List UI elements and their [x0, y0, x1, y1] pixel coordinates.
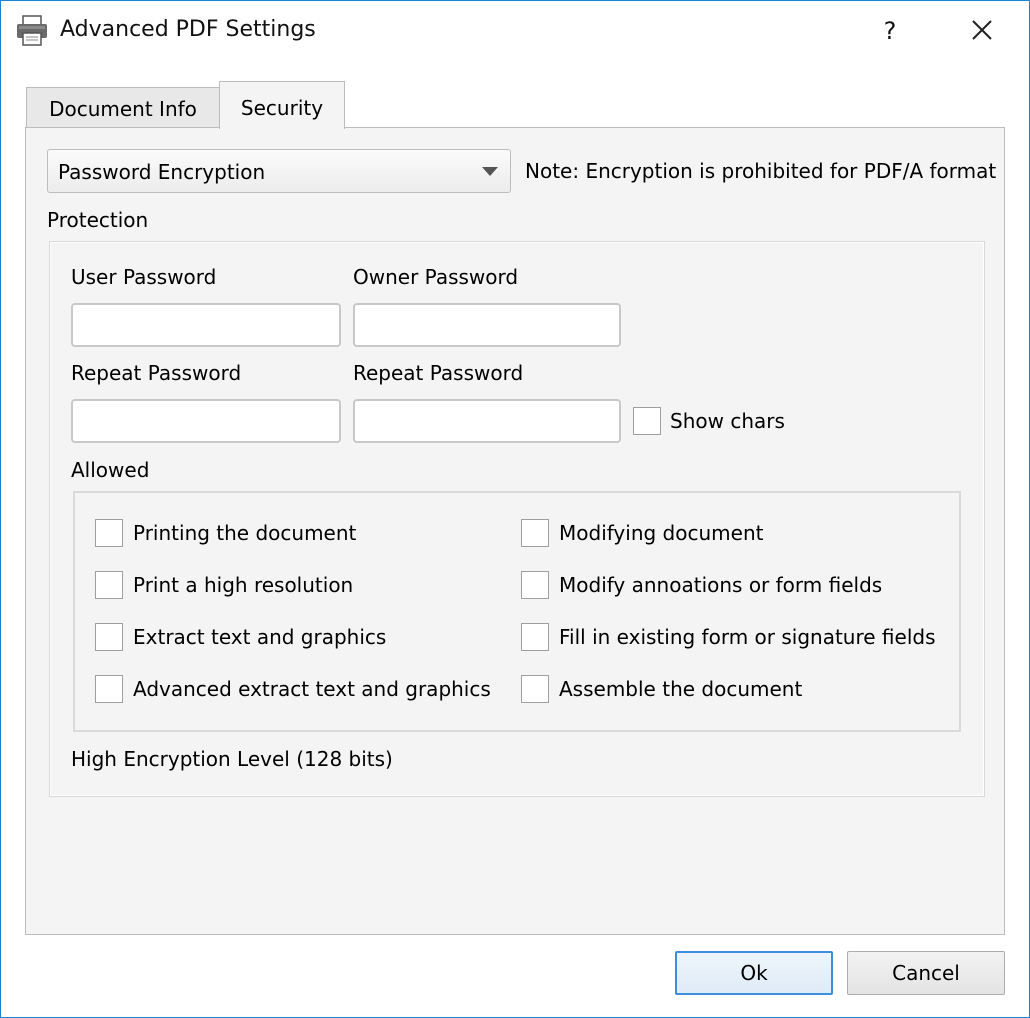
permission-label: Extract text and graphics — [133, 625, 387, 649]
permission-checkbox-extract[interactable] — [95, 623, 123, 651]
allowed-label: Allowed — [71, 458, 150, 482]
owner-repeat-password-field[interactable] — [353, 399, 621, 443]
permission-label: Fill in existing form or signature field… — [559, 625, 936, 649]
user-repeat-password-label: Repeat Password — [71, 361, 242, 385]
pdfa-note: Note: Encryption is prohibited for PDF/A… — [525, 159, 997, 183]
window-title: Advanced PDF Settings — [60, 17, 316, 42]
permission-checkbox-high-res-print[interactable] — [95, 571, 123, 599]
tab-security[interactable]: Security — [219, 81, 345, 129]
user-repeat-password-field[interactable] — [71, 399, 341, 443]
owner-password-label: Owner Password — [353, 265, 519, 289]
owner-repeat-password-label: Repeat Password — [353, 361, 524, 385]
ok-button[interactable]: Ok — [675, 951, 833, 995]
owner-password-field[interactable] — [353, 303, 621, 347]
encryption-type-select[interactable]: Password Encryption — [47, 149, 511, 193]
show-chars-label: Show chars — [670, 409, 785, 433]
close-icon — [972, 20, 992, 40]
protection-label: Protection — [47, 208, 149, 232]
close-button[interactable] — [959, 11, 1005, 51]
permission-label: Modifying document — [559, 521, 764, 545]
permission-checkbox-annotations[interactable] — [521, 571, 549, 599]
show-chars-checkbox[interactable] — [633, 407, 661, 435]
permission-checkbox-modifying[interactable] — [521, 519, 549, 547]
permission-label: Advanced extract text and graphics — [133, 677, 491, 701]
help-button[interactable]: ? — [867, 11, 913, 51]
advanced-pdf-settings-dialog: Advanced PDF Settings ? Document Info Se… — [0, 0, 1030, 1018]
title-bar[interactable]: Advanced PDF Settings ? — [1, 1, 1029, 59]
permission-label: Print a high resolution — [133, 573, 354, 597]
permission-label: Modify annoations or form fields — [559, 573, 883, 597]
printer-icon — [15, 15, 49, 47]
permission-checkbox-assemble[interactable] — [521, 675, 549, 703]
permission-checkbox-printing[interactable] — [95, 519, 123, 547]
tab-document-info[interactable]: Document Info — [26, 87, 220, 128]
cancel-button[interactable]: Cancel — [847, 951, 1005, 995]
encryption-level-text: High Encryption Level (128 bits) — [71, 747, 393, 771]
user-password-label: User Password — [71, 265, 217, 289]
permission-label: Printing the document — [133, 521, 357, 545]
chevron-down-icon — [482, 167, 498, 176]
permission-checkbox-fill-forms[interactable] — [521, 623, 549, 651]
user-password-field[interactable] — [71, 303, 341, 347]
permission-label: Assemble the document — [559, 677, 803, 701]
encryption-type-value: Password Encryption — [58, 160, 266, 184]
permission-checkbox-advanced-extract[interactable] — [95, 675, 123, 703]
